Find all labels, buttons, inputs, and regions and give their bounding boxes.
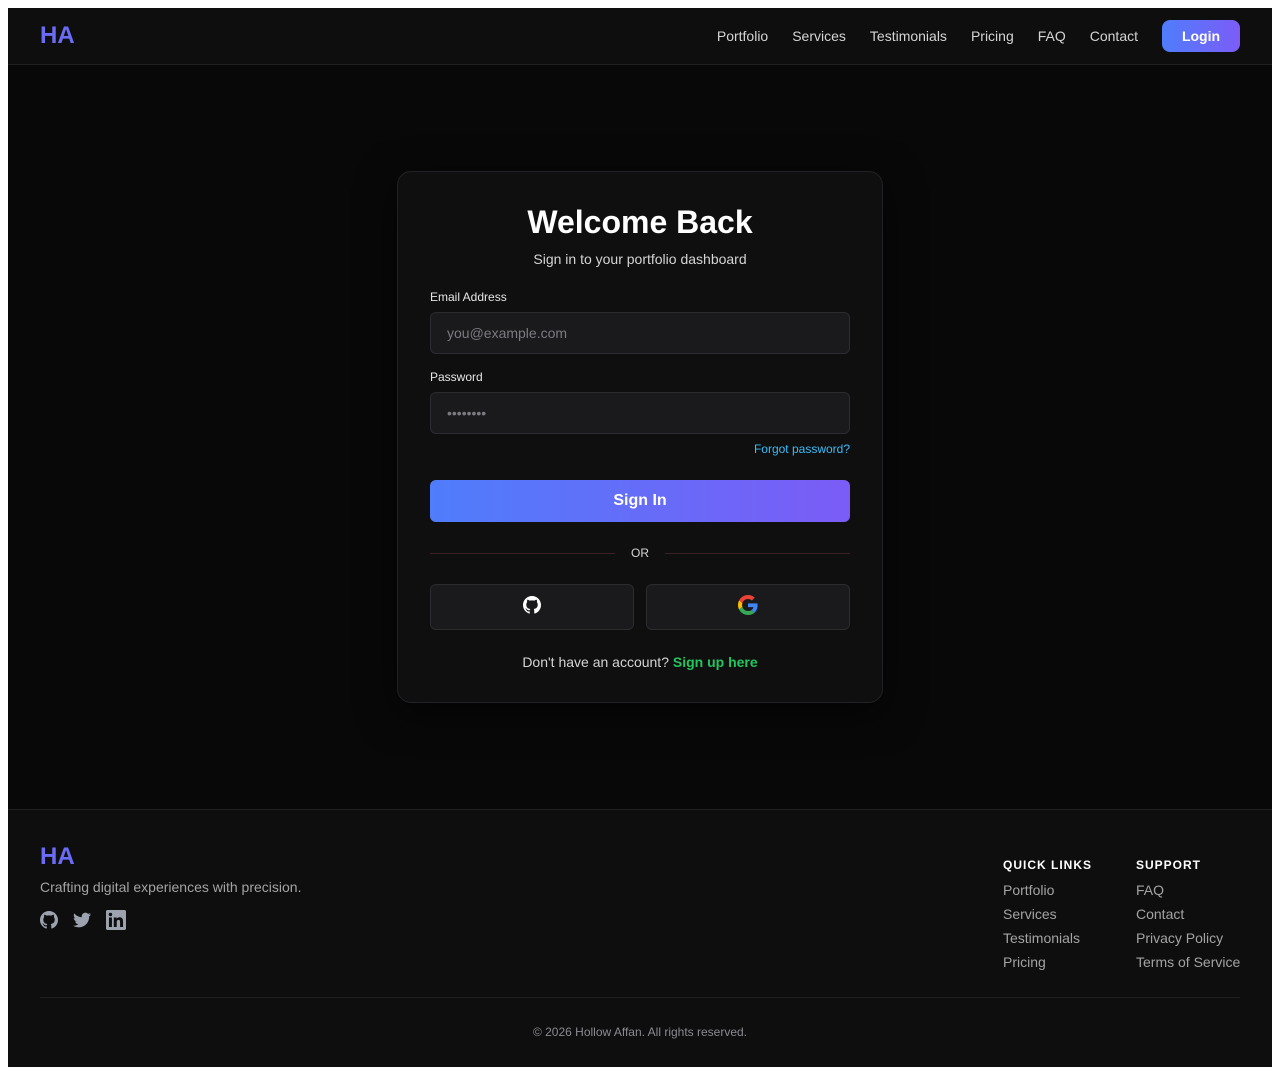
forgot-password-link[interactable]: Forgot password? bbox=[754, 442, 850, 456]
github-login-button[interactable] bbox=[430, 584, 634, 630]
footer-link-contact[interactable]: Contact bbox=[1136, 906, 1240, 922]
nav-item-testimonials[interactable]: Testimonials bbox=[870, 28, 947, 44]
signup-prompt: Don't have an account? Sign up here bbox=[398, 654, 882, 670]
footer-quick-links: QUICK LINKS Portfolio Services Testimoni… bbox=[1003, 858, 1092, 978]
page-title: Welcome Back bbox=[527, 204, 753, 240]
footer-divider bbox=[40, 997, 1240, 998]
footer-link-portfolio[interactable]: Portfolio bbox=[1003, 882, 1092, 898]
google-icon bbox=[738, 594, 758, 620]
copyright-text: © 2026 Hollow Affan. All rights reserved… bbox=[532, 1025, 748, 1039]
google-login-button[interactable] bbox=[646, 584, 850, 630]
footer-link-testimonials[interactable]: Testimonials bbox=[1003, 930, 1092, 946]
footer-link-terms[interactable]: Terms of Service bbox=[1136, 954, 1240, 970]
footer-tagline: Crafting digital experiences with precis… bbox=[40, 879, 302, 895]
signup-prompt-text: Don't have an account? bbox=[522, 654, 669, 670]
signup-link[interactable]: Sign up here bbox=[673, 654, 758, 670]
nav-item-contact[interactable]: Contact bbox=[1090, 28, 1138, 44]
page-subtitle: Sign in to your portfolio dashboard bbox=[533, 251, 747, 267]
footer-logo[interactable]: HA bbox=[40, 843, 75, 871]
footer-social-links bbox=[40, 910, 140, 930]
footer-link-pricing[interactable]: Pricing bbox=[1003, 954, 1092, 970]
site-footer: HA Crafting digital experiences with pre… bbox=[8, 809, 1272, 1067]
github-icon bbox=[523, 595, 541, 619]
footer-link-privacy[interactable]: Privacy Policy bbox=[1136, 930, 1240, 946]
password-field[interactable] bbox=[430, 392, 850, 434]
page-frame: HA Portfolio Services Testimonials Prici… bbox=[8, 8, 1272, 1067]
twitter-icon[interactable] bbox=[72, 911, 92, 929]
support-heading: SUPPORT bbox=[1136, 858, 1202, 872]
login-button[interactable]: Login bbox=[1162, 20, 1240, 52]
nav-item-pricing[interactable]: Pricing bbox=[971, 28, 1014, 44]
nav-item-services[interactable]: Services bbox=[792, 28, 846, 44]
password-label: Password bbox=[430, 370, 483, 384]
github-icon[interactable] bbox=[40, 911, 58, 929]
site-header: HA Portfolio Services Testimonials Prici… bbox=[8, 8, 1272, 65]
or-divider: OR bbox=[430, 545, 850, 561]
nav-item-faq[interactable]: FAQ bbox=[1038, 28, 1066, 44]
divider-line-right bbox=[665, 553, 850, 554]
footer-link-faq[interactable]: FAQ bbox=[1136, 882, 1240, 898]
footer-link-services[interactable]: Services bbox=[1003, 906, 1092, 922]
sign-in-button[interactable]: Sign In bbox=[430, 480, 850, 522]
quick-links-heading: QUICK LINKS bbox=[1003, 858, 1092, 872]
linkedin-icon[interactable] bbox=[106, 910, 126, 930]
footer-support-links: SUPPORT FAQ Contact Privacy Policy Terms… bbox=[1136, 858, 1240, 978]
login-card: Welcome Back Sign in to your portfolio d… bbox=[397, 171, 883, 703]
nav-item-portfolio[interactable]: Portfolio bbox=[717, 28, 768, 44]
main-nav: Portfolio Services Testimonials Pricing … bbox=[717, 20, 1240, 52]
site-logo[interactable]: HA bbox=[40, 22, 75, 50]
email-field[interactable] bbox=[430, 312, 850, 354]
email-label: Email Address bbox=[430, 290, 507, 304]
